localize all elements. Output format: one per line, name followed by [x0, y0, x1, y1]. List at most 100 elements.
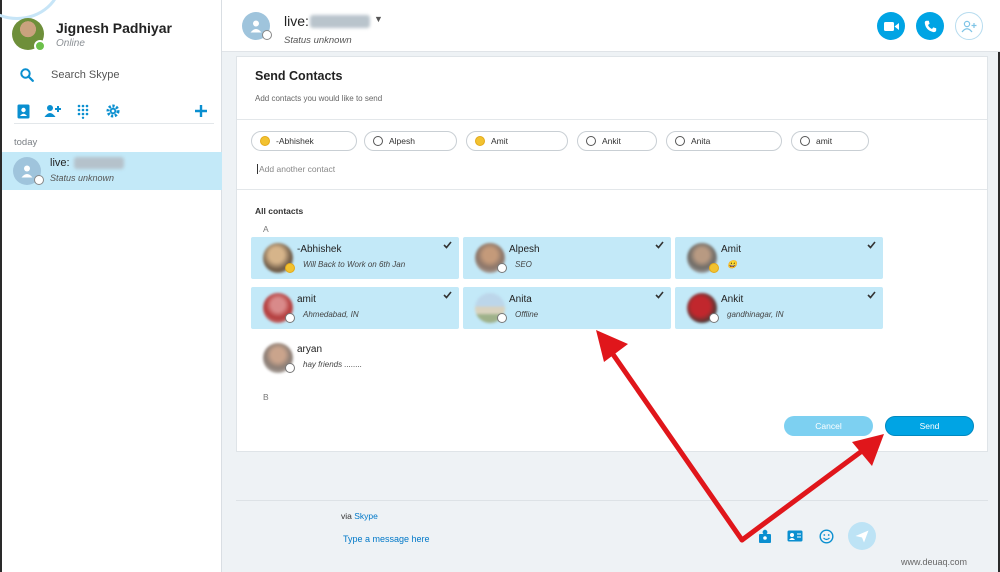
offline-status-icon	[586, 136, 596, 146]
video-call-icon	[883, 21, 899, 31]
contact-card[interactable]: Anita Offline	[463, 287, 671, 329]
online-status-icon	[34, 40, 46, 52]
send-arrow-icon	[855, 530, 869, 542]
add-contact-input[interactable]: Add another contact	[257, 164, 335, 174]
search-input[interactable]: Search Skype	[51, 69, 119, 81]
dialpad-icon[interactable]	[74, 102, 92, 120]
checkmark-icon	[655, 241, 664, 249]
decorative-arc	[0, 0, 62, 20]
cancel-button[interactable]: Cancel	[784, 416, 873, 436]
panel-title: Send Contacts	[255, 69, 343, 83]
sidebar-toolbar	[14, 96, 214, 124]
checkmark-icon	[867, 241, 876, 249]
all-contacts-label: All contacts	[255, 206, 304, 216]
group-letter: B	[263, 392, 269, 402]
contact-name: Alpesh	[509, 244, 540, 255]
add-contact-icon[interactable]	[44, 102, 62, 120]
contact-card-icon[interactable]	[787, 528, 803, 544]
offline-status-icon	[497, 263, 507, 273]
selected-contact-chip[interactable]: Alpesh	[364, 131, 457, 151]
via-prefix: via	[341, 511, 352, 521]
conversation-status: Status unknown	[50, 173, 115, 183]
conversation-title[interactable]: live:	[284, 13, 309, 29]
conversation-status: Status unknown	[284, 35, 352, 46]
checkmark-icon	[443, 241, 452, 249]
contact-name: -Abhishek	[297, 244, 342, 255]
profile-name: Jignesh Padhiyar	[56, 20, 172, 36]
emoji-icon[interactable]	[818, 528, 834, 544]
via-label: via Skype	[341, 511, 378, 521]
divider	[237, 119, 987, 120]
settings-icon[interactable]	[104, 102, 122, 120]
chip-label: amit	[816, 136, 833, 146]
contact-mood: hay friends ........	[303, 360, 363, 369]
offline-status-icon	[497, 313, 507, 323]
away-status-icon	[285, 263, 295, 273]
person-icon	[250, 20, 262, 33]
contact-mood: Will Back to Work on 6th Jan	[303, 260, 406, 269]
status-unknown-icon	[262, 30, 272, 40]
selected-contact-chip[interactable]: amit	[791, 131, 869, 151]
contact-mood: SEO	[515, 260, 532, 269]
contact-name: Ankit	[721, 294, 744, 305]
chip-label: Amit	[491, 136, 508, 146]
contact-card[interactable]: amit Ahmedabad, IN	[251, 287, 459, 329]
chip-label: Ankit	[602, 136, 621, 146]
add-people-icon	[961, 20, 977, 32]
add-people-button[interactable]	[955, 12, 983, 40]
contact-card[interactable]: Ankit gandhinagar, IN	[675, 287, 883, 329]
contact-mood: Offline	[515, 310, 539, 319]
away-status-icon	[260, 136, 270, 146]
share-contact-icon[interactable]	[757, 528, 773, 544]
contact-card[interactable]: aryan hay friends ........	[251, 337, 459, 379]
send-contacts-panel: Send Contacts Add contacts you would lik…	[236, 56, 988, 452]
contact-card[interactable]: Amit 😀	[675, 237, 883, 279]
audio-call-button[interactable]	[916, 12, 944, 40]
offline-status-icon	[675, 136, 685, 146]
contact-mood: gandhinagar, IN	[727, 310, 784, 319]
contact-name: amit	[297, 294, 316, 305]
chip-label: Anita	[691, 136, 711, 146]
offline-status-icon	[800, 136, 810, 146]
offline-status-icon	[285, 313, 295, 323]
selected-contact-chip[interactable]: -Abhishek	[251, 131, 357, 151]
video-call-button[interactable]	[877, 12, 905, 40]
send-message-button[interactable]	[848, 522, 876, 550]
redacted-name	[310, 15, 370, 28]
contact-name: Anita	[509, 294, 532, 305]
section-label: today	[14, 137, 38, 148]
selected-contact-chip[interactable]: Amit	[466, 131, 568, 151]
send-button[interactable]: Send	[885, 416, 974, 436]
group-letter: A	[263, 224, 269, 234]
checkmark-icon	[655, 291, 664, 299]
offline-status-icon	[285, 363, 295, 373]
via-service-link[interactable]: Skype	[354, 511, 378, 521]
sidebar: Jignesh Padhiyar Online Search Skype tod…	[0, 0, 222, 572]
selected-contact-chip[interactable]: Anita	[666, 131, 782, 151]
watermark: www.deuaq.com	[901, 557, 968, 567]
profile-header[interactable]: Jignesh Padhiyar Online	[12, 18, 217, 58]
contact-mood: Ahmedabad, IN	[303, 310, 359, 319]
contact-card[interactable]: Alpesh SEO	[463, 237, 671, 279]
contact-name: aryan	[297, 344, 323, 355]
chip-label: Alpesh	[389, 136, 415, 146]
divider	[236, 500, 988, 501]
status-unknown-icon	[34, 175, 44, 185]
conversation-header: live: ▼ Status unknown	[222, 0, 1000, 52]
panel-subtitle: Add contacts you would like to send	[255, 94, 383, 103]
contact-card[interactable]: -Abhishek Will Back to Work on 6th Jan	[251, 237, 459, 279]
audio-call-icon	[924, 20, 936, 32]
selected-contact-chip[interactable]: Ankit	[577, 131, 657, 151]
redacted-name	[74, 157, 124, 169]
contacts-book-icon[interactable]	[14, 102, 32, 120]
search-icon	[20, 68, 34, 82]
message-input[interactable]: Type a message here	[343, 534, 430, 544]
away-status-icon	[475, 136, 485, 146]
plus-icon[interactable]	[192, 102, 210, 120]
person-icon	[21, 165, 33, 178]
recent-conversation[interactable]: live: Status unknown	[2, 152, 222, 190]
away-status-icon	[709, 263, 719, 273]
search-box[interactable]: Search Skype	[20, 66, 215, 86]
chevron-down-icon[interactable]: ▼	[374, 14, 383, 24]
offline-status-icon	[709, 313, 719, 323]
